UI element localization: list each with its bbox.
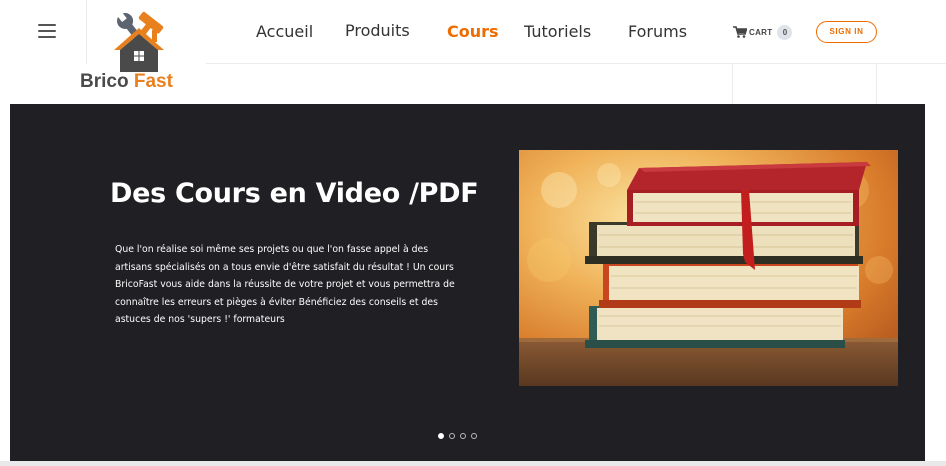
cart-label: CART <box>749 27 773 37</box>
nav-item-accueil[interactable]: Accueil <box>256 22 313 41</box>
hamburger-icon[interactable] <box>38 24 56 38</box>
header-divider <box>206 63 946 64</box>
brand-name-part2: Fast <box>133 71 173 92</box>
header-divider <box>876 64 877 104</box>
house-tools-icon <box>114 11 164 72</box>
brand-logo[interactable]: Brico Fast <box>80 10 205 92</box>
site-header: Brico Fast Accueil Produits Cours Tutori… <box>0 0 946 104</box>
carousel-dot[interactable] <box>438 433 444 439</box>
nav-item-tutoriels[interactable]: Tutoriels <box>524 22 591 41</box>
cart-button[interactable]: CART 0 <box>733 24 793 40</box>
carousel-dot[interactable] <box>449 433 455 439</box>
nav-item-produits[interactable]: Produits <box>345 21 410 40</box>
brand-name-part1: Brico <box>80 71 129 92</box>
carousel-dot[interactable] <box>460 433 466 439</box>
header-divider <box>732 64 733 104</box>
brand-name: Brico Fast <box>80 71 173 93</box>
hero-description: Que l'on réalise soi même ses projets ou… <box>115 244 455 326</box>
carousel-indicators <box>438 433 477 439</box>
sign-in-button[interactable]: SIGN IN <box>816 21 877 43</box>
nav-item-forums[interactable]: Forums <box>628 22 687 41</box>
nav-item-cours[interactable]: Cours <box>447 22 499 41</box>
section-divider <box>0 461 946 466</box>
hero-carousel: Des Cours en Video /PDF Que l'on réalise… <box>10 104 925 461</box>
cart-count-badge: 0 <box>777 24 793 40</box>
stack-of-books-image <box>519 150 898 386</box>
cart-icon <box>733 26 747 38</box>
hero-title: Des Cours en Video /PDF <box>110 178 479 209</box>
carousel-dot[interactable] <box>471 433 477 439</box>
